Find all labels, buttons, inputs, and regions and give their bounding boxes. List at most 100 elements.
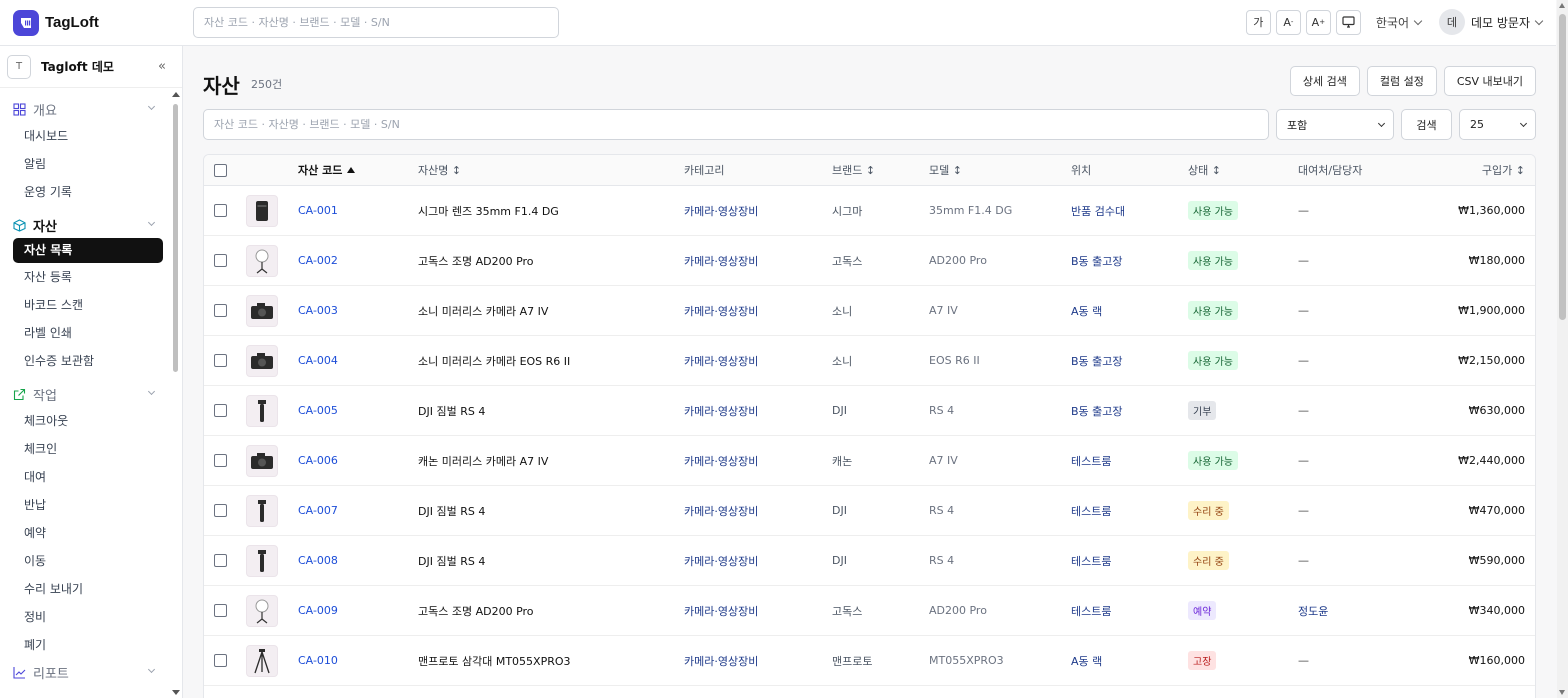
camera-thumbnail-icon[interactable] [246, 344, 278, 377]
category-link[interactable]: 카메라·영상장비 [684, 186, 758, 235]
advanced-search-button[interactable]: 상세 검색 [1289, 66, 1360, 96]
font-smaller-button[interactable]: A- [1275, 9, 1301, 35]
col-price[interactable]: 구입가 ↕ [1482, 155, 1525, 185]
category-link[interactable]: 카메라·영상장비 [684, 486, 758, 535]
sidebar-item-return[interactable]: 반납 [13, 491, 163, 519]
sidebar-item-barcode-scan[interactable]: 바코드 스캔 [13, 291, 163, 319]
column-settings-button[interactable]: 컬럼 설정 [1366, 66, 1437, 96]
scrollbar-thumb[interactable] [1559, 14, 1566, 320]
sidebar-item-rental[interactable]: 대여 [13, 463, 163, 491]
sidebar-item-dashboard[interactable]: 대시보드 [13, 122, 163, 150]
category-link[interactable]: 카메라·영상장비 [684, 336, 758, 385]
search-button[interactable]: 검색 [1401, 109, 1452, 140]
category-link[interactable]: 카메라·영상장비 [684, 536, 758, 585]
table-row[interactable]: CA-001 시그마 렌즈 35mm F1.4 DG 카메라·영상장비 시그마 35mm… [204, 186, 1535, 236]
csv-export-button[interactable]: CSV 내보내기 [1443, 66, 1536, 96]
gimbal-thumbnail-icon[interactable] [246, 394, 278, 427]
sidebar-item-receipt-box[interactable]: 인수증 보관함 [13, 347, 163, 375]
sidebar-item-disposal[interactable]: 폐기 [13, 631, 163, 659]
page-size-select[interactable]: 25 [1459, 109, 1536, 140]
table-row[interactable]: CA-006 캐논 미러리스 카메라 A7 IV 카메라·영상장비 캐논 A7 IV 테스… [204, 436, 1535, 486]
brand[interactable]: TagLoft [0, 9, 183, 36]
nav-group-overview[interactable]: 개요 [0, 96, 182, 122]
location-link[interactable]: 반품 검수대 [1071, 186, 1125, 235]
scroll-up-icon[interactable] [172, 92, 180, 97]
category-link[interactable]: 카메라·영상장비 [684, 586, 758, 635]
asset-code-link[interactable]: CA-007 [298, 486, 338, 535]
col-status[interactable]: 상태 ↕ [1188, 155, 1221, 185]
asset-code-link[interactable]: CA-002 [298, 236, 338, 285]
sidebar-item-checkin[interactable]: 체크인 [13, 435, 163, 463]
asset-code-link[interactable]: CA-009 [298, 586, 338, 635]
scroll-down-icon[interactable] [1559, 690, 1565, 695]
nav-group-assets[interactable]: 자산 [0, 212, 182, 238]
sidebar-item-maintenance[interactable]: 정비 [13, 603, 163, 631]
table-row[interactable]: CA-008 DJI 짐벌 RS 4 카메라·영상장비 DJI RS 4 테스트룸 수리 중… [204, 536, 1535, 586]
font-default-button[interactable]: 가 [1245, 9, 1271, 35]
category-link[interactable]: 카메라·영상장비 [684, 286, 758, 335]
sidebar-item-asset-register[interactable]: 자산 등록 [13, 263, 163, 291]
row-checkbox[interactable] [214, 504, 227, 517]
col-name[interactable]: 자산명 ↕ [418, 155, 461, 185]
asset-code-link[interactable]: CA-001 [298, 186, 338, 235]
assignee[interactable]: 정도윤 [1298, 586, 1328, 635]
location-link[interactable]: B동 출고장 [1071, 336, 1123, 385]
gimbal-thumbnail-icon[interactable] [246, 494, 278, 527]
row-checkbox[interactable] [214, 304, 227, 317]
light-thumbnail-icon[interactable] [246, 244, 278, 277]
scroll-down-icon[interactable] [172, 690, 180, 695]
category-link[interactable]: 카메라·영상장비 [684, 436, 758, 485]
col-code[interactable]: 자산 코드 [298, 155, 356, 185]
table-row[interactable]: CA-005 DJI 짐벌 RS 4 카메라·영상장비 DJI RS 4 B동 출고장 기부… [204, 386, 1535, 436]
nav-group-tasks[interactable]: 작업 [0, 381, 182, 407]
location-link[interactable]: 테스트룸 [1071, 586, 1111, 635]
location-link[interactable]: 테스트룸 [1071, 486, 1111, 535]
display-mode-button[interactable] [1335, 9, 1361, 35]
asset-code-link[interactable]: CA-003 [298, 286, 338, 335]
col-model[interactable]: 모델 ↕ [929, 155, 962, 185]
location-link[interactable]: A동 랙 [1071, 286, 1102, 335]
row-checkbox[interactable] [214, 254, 227, 267]
light-thumbnail-icon[interactable] [246, 594, 278, 627]
table-row[interactable]: CA-004 소니 미러리스 카메라 EOS R6 II 카메라·영상장비 소니 EOS… [204, 336, 1535, 386]
global-search-input[interactable] [193, 7, 559, 38]
lens-thumbnail-icon[interactable] [246, 194, 278, 227]
location-link[interactable]: B동 출고장 [1071, 236, 1123, 285]
font-larger-button[interactable]: A + [1305, 9, 1331, 35]
row-checkbox[interactable] [214, 654, 227, 667]
sidebar-item-send-repair[interactable]: 수리 보내기 [13, 575, 163, 603]
org-switcher[interactable]: T Tagloft 데모 « [0, 46, 182, 88]
language-select[interactable]: 한국어 [1376, 14, 1423, 31]
match-mode-select[interactable]: 포함 [1276, 109, 1394, 140]
sidebar-item-label-print[interactable]: 라벨 인쇄 [13, 319, 163, 347]
asset-code-link[interactable]: CA-010 [298, 636, 338, 685]
table-row[interactable]: CA-003 소니 미러리스 카메라 A7 IV 카메라·영상장비 소니 A7 IV A동… [204, 286, 1535, 336]
select-all-checkbox[interactable] [214, 163, 227, 177]
row-checkbox[interactable] [214, 354, 227, 367]
table-row[interactable]: CA-009 고독스 조명 AD200 Pro 카메라·영상장비 고독스 AD200 P… [204, 586, 1535, 636]
row-checkbox[interactable] [214, 204, 227, 217]
location-link[interactable]: 테스트룸 [1071, 436, 1111, 485]
sidebar-scrollbar[interactable] [172, 92, 180, 695]
collapse-sidebar-icon[interactable]: « [158, 59, 166, 74]
asset-code-link[interactable]: CA-005 [298, 386, 338, 435]
location-link[interactable]: B동 출고장 [1071, 386, 1123, 435]
category-link[interactable]: 카메라·영상장비 [684, 236, 758, 285]
sidebar-item-alerts[interactable]: 알림 [13, 150, 163, 178]
row-checkbox[interactable] [214, 604, 227, 617]
scroll-up-icon[interactable] [1559, 3, 1565, 8]
user-menu[interactable]: 데 데모 방문자 [1438, 9, 1544, 35]
table-row[interactable]: CA-007 DJI 짐벌 RS 4 카메라·영상장비 DJI RS 4 테스트룸 수리 중… [204, 486, 1535, 536]
gimbal-thumbnail-icon[interactable] [246, 544, 278, 577]
sidebar-item-reservation[interactable]: 예약 [13, 519, 163, 547]
row-checkbox[interactable] [214, 554, 227, 567]
camera-thumbnail-icon[interactable] [246, 444, 278, 477]
asset-code-link[interactable]: CA-006 [298, 436, 338, 485]
sidebar-item-asset-list[interactable]: 자산 목록 [13, 238, 163, 263]
category-link[interactable]: 카메라·영상장비 [684, 636, 758, 685]
sidebar-item-transfer[interactable]: 이동 [13, 547, 163, 575]
nav-group-reports[interactable]: 리포트 [0, 659, 182, 685]
col-brand[interactable]: 브랜드 ↕ [832, 155, 875, 185]
sidebar-item-ops-log[interactable]: 운영 기록 [13, 178, 163, 206]
page-scrollbar[interactable] [1557, 0, 1568, 698]
